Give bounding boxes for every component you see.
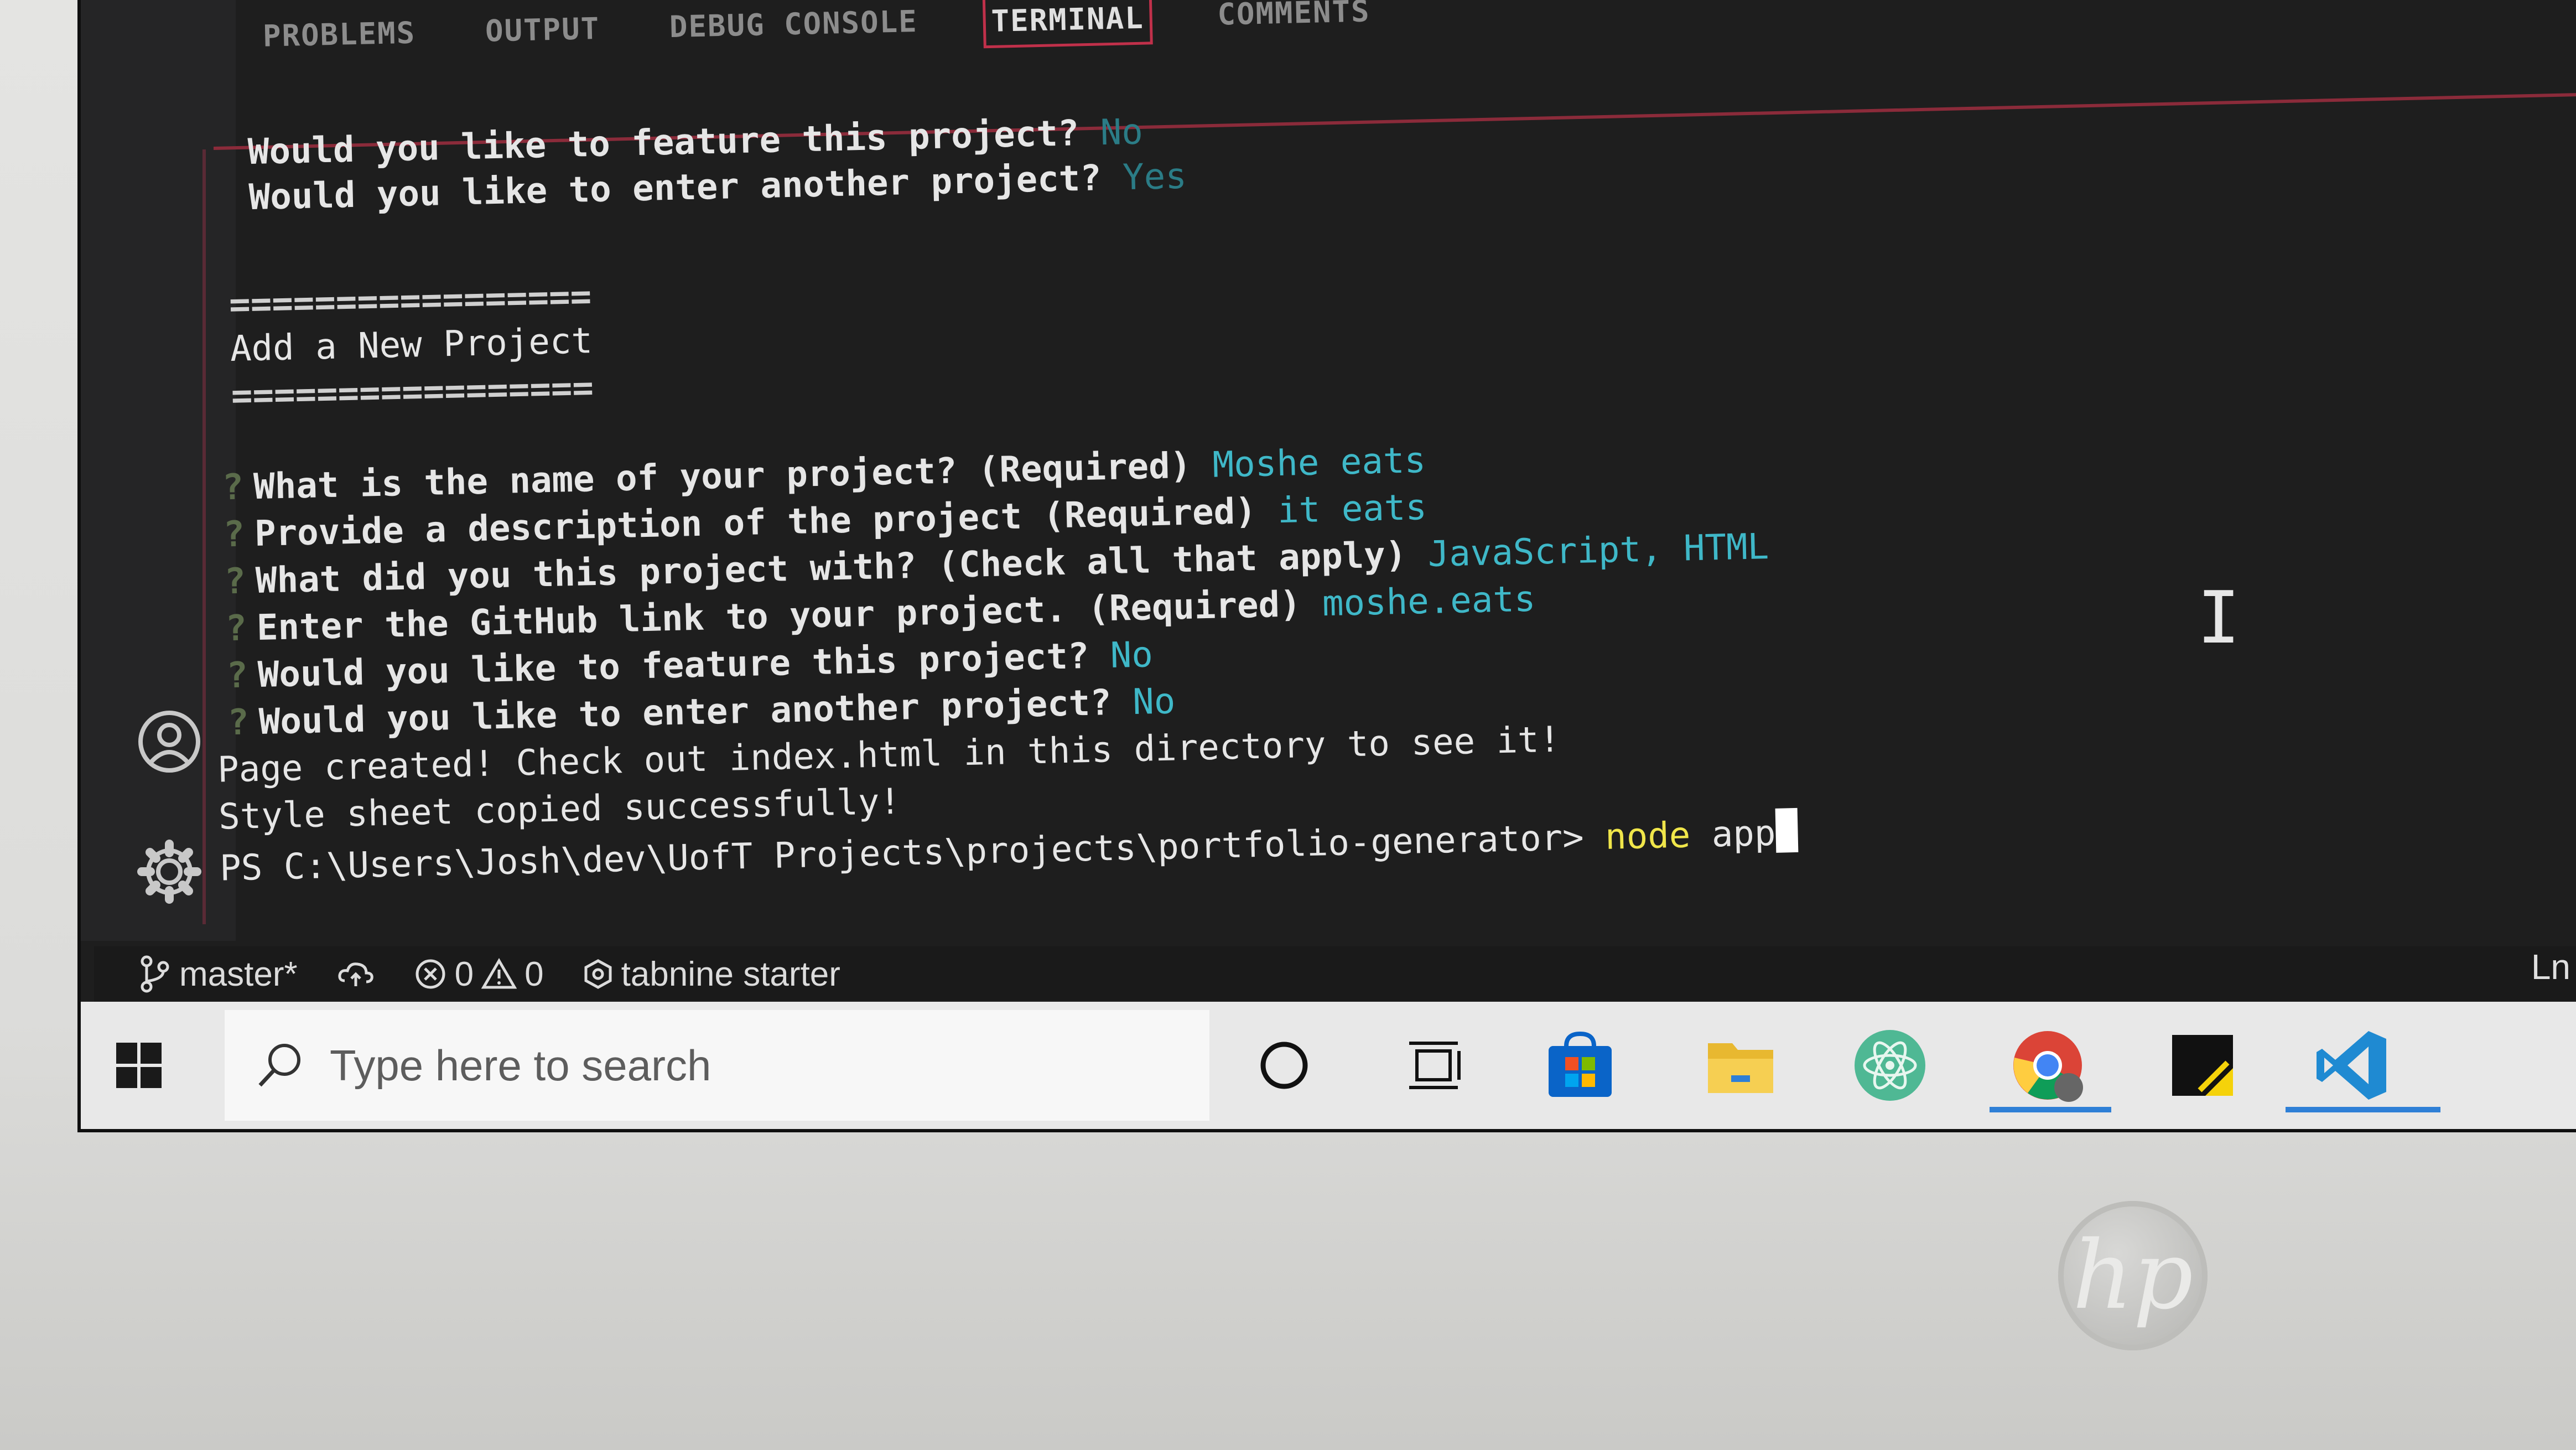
- file-explorer-icon[interactable]: [1699, 1024, 1782, 1107]
- tabnine-label: tabnine starter: [621, 955, 840, 993]
- start-button[interactable]: [103, 1029, 175, 1101]
- panel-left-border: [202, 149, 206, 924]
- vscode-active-indicator: [2286, 1107, 2440, 1112]
- prompt-answer: Yes: [1122, 156, 1187, 199]
- question-mark-icon: ?: [221, 467, 245, 509]
- tabnine-indicator[interactable]: tabnine starter: [583, 955, 840, 994]
- warning-count: 0: [524, 955, 544, 993]
- account-icon[interactable]: [136, 708, 202, 775]
- branch-name: master*: [179, 955, 298, 993]
- error-icon: [416, 959, 445, 989]
- task-view-icon[interactable]: [1395, 1024, 1478, 1107]
- sticky-notes-icon[interactable]: [2161, 1024, 2244, 1107]
- search-placeholder: Type here to search: [330, 1040, 711, 1090]
- problems-indicator[interactable]: 0 0: [414, 955, 544, 994]
- question-mark-icon: ?: [222, 514, 245, 556]
- status-bar: master* 0 0 tabnine starter Ln: [94, 946, 2576, 1002]
- tab-debug-console[interactable]: DEBUG CONSOLE: [664, 0, 923, 55]
- tab-problems[interactable]: PROBLEMS: [258, 7, 420, 65]
- vscode-icon[interactable]: [2310, 1024, 2393, 1107]
- windows-icon: [116, 1043, 162, 1088]
- prompt-answer: JavaScript, HTML: [1427, 526, 1769, 575]
- question-mark-icon: ?: [226, 655, 248, 697]
- prompt-answer: moshe.eats: [1322, 578, 1536, 625]
- cortana-icon[interactable]: [1243, 1024, 1326, 1107]
- chrome-active-indicator: [1990, 1107, 2111, 1112]
- prompt-answer: No: [1099, 111, 1144, 154]
- taskbar: Type here to search: [77, 1002, 2576, 1129]
- hp-logo: hp: [2058, 1201, 2208, 1350]
- prompt-answer: No: [1132, 681, 1176, 723]
- question-mark-icon: ?: [227, 702, 250, 744]
- prompt-answer: No: [1109, 634, 1154, 677]
- chrome-icon[interactable]: [2006, 1024, 2089, 1107]
- mouse-ibeam-cursor: I: [2197, 576, 2241, 660]
- question-mark-icon: ?: [225, 608, 247, 650]
- atom-icon[interactable]: [1848, 1024, 1931, 1107]
- tabnine-icon: [584, 959, 612, 989]
- error-count: 0: [454, 955, 474, 993]
- output-message: Style sheet copied successfully!: [218, 781, 901, 838]
- microsoft-store-icon[interactable]: [1539, 1024, 1622, 1107]
- gear-icon[interactable]: [136, 838, 202, 905]
- tab-comments[interactable]: COMMENTS: [1212, 0, 1375, 43]
- cloud-sync-icon: [338, 962, 373, 986]
- terminal[interactable]: Would you like to feature this project? …: [202, 54, 2489, 908]
- separator: =================: [228, 276, 592, 325]
- prompt-answer: Moshe eats: [1212, 440, 1426, 486]
- branch-indicator[interactable]: master*: [138, 955, 298, 994]
- command-name: node: [1604, 815, 1691, 858]
- question-mark-icon: ?: [224, 561, 246, 603]
- section-title: Add a New Project: [230, 320, 593, 370]
- separator: =================: [231, 367, 594, 417]
- tab-terminal[interactable]: TERMINAL: [982, 0, 1153, 49]
- text-cursor: [1775, 807, 1799, 853]
- sync-indicator[interactable]: [336, 957, 375, 991]
- tab-output[interactable]: OUTPUT: [480, 3, 605, 60]
- taskbar-search[interactable]: Type here to search: [225, 1010, 1209, 1121]
- line-number-indicator[interactable]: Ln: [2531, 946, 2570, 987]
- prompt-answer: it eats: [1277, 486, 1427, 532]
- command-argument: app: [1711, 812, 1777, 856]
- search-icon: [258, 1044, 300, 1087]
- warning-icon: [481, 958, 517, 989]
- git-branch-icon: [141, 955, 169, 993]
